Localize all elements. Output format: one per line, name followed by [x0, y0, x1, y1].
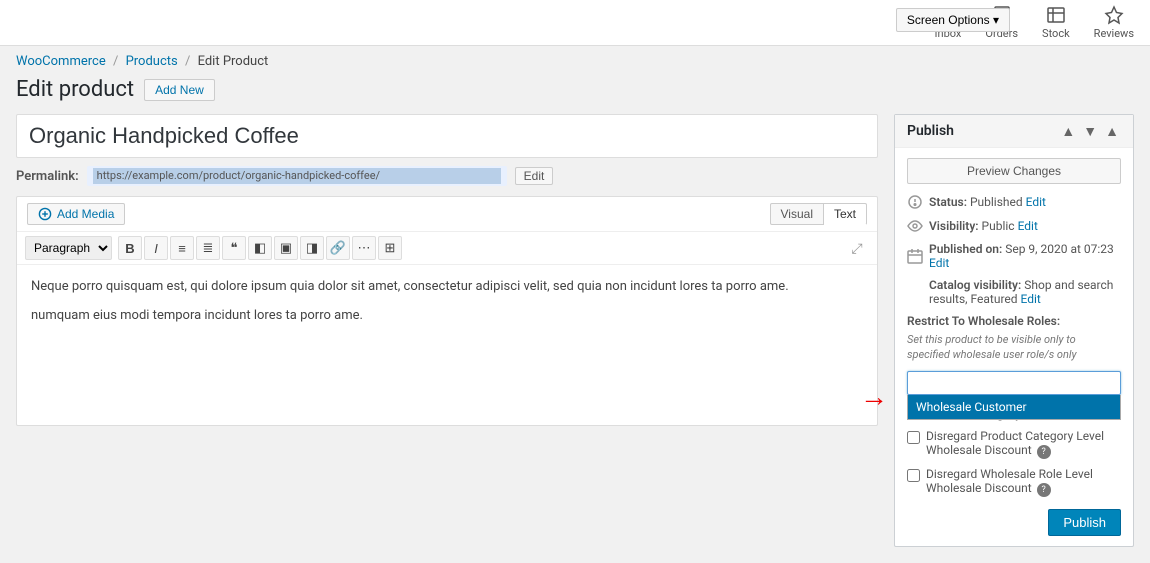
expand-button[interactable]: ⤢ — [845, 236, 869, 260]
publish-panel-header: Publish ▲ ▼ ▲ — [895, 115, 1133, 148]
disregard-role-help-icon[interactable]: ? — [1037, 483, 1051, 497]
publish-button[interactable]: Publish — [1048, 509, 1121, 536]
disregard-role-text: Disregard Wholesale Role Level Wholesale… — [926, 467, 1093, 495]
panel-collapse-up-button[interactable]: ▲ — [1059, 124, 1077, 138]
admin-topbar: Screen Options ▾ Inbox Orders Stock Revi… — [0, 0, 1150, 46]
permalink-row: Permalink: https://example.com/product/o… — [16, 166, 878, 186]
breadcrumb-current: Edit Product — [198, 54, 269, 69]
editor-media-bar: Add Media Visual Text — [17, 197, 877, 232]
editor-paragraph-1: Neque porro quisquam est, qui dolore ips… — [31, 277, 863, 298]
restrict-desc: Set this product to be visible only to s… — [907, 332, 1121, 363]
published-value: Sep 9, 2020 at 07:23 — [1005, 242, 1114, 256]
breadcrumb-woocommerce[interactable]: WooCommerce — [16, 54, 106, 69]
publish-panel-controls: ▲ ▼ ▲ — [1059, 124, 1121, 138]
status-icon — [907, 194, 923, 210]
visibility-edit-link[interactable]: Edit — [1018, 219, 1038, 233]
stock-label: Stock — [1042, 27, 1070, 40]
publish-panel: Publish ▲ ▼ ▲ Preview Changes Status: Pu… — [894, 114, 1134, 547]
disregard-role-checkbox[interactable] — [907, 469, 920, 482]
add-new-button[interactable]: Add New — [144, 79, 215, 101]
role-input-wrapper: Wholesale Customer — [907, 371, 1121, 395]
link-button[interactable]: 🔗 — [326, 236, 350, 260]
wholesale-customer-option[interactable]: Wholesale Customer — [908, 395, 1120, 419]
calendar-icon — [907, 248, 923, 264]
catalog-visibility-row: Catalog visibility: Shop and search resu… — [907, 278, 1121, 306]
product-title-input[interactable] — [16, 114, 878, 158]
quote-button[interactable]: ❝ — [222, 236, 246, 260]
panel-collapse-down-button[interactable]: ▼ — [1081, 124, 1099, 138]
disregard-category-label: Disregard Product Category Level Wholesa… — [926, 429, 1121, 459]
disregard-role-row: Disregard Wholesale Role Level Wholesale… — [907, 467, 1121, 497]
page-title: Edit product — [16, 77, 134, 102]
catalog-label: Catalog visibility: — [929, 278, 1021, 292]
status-label: Status: Published Edit — [929, 195, 1046, 209]
add-media-button[interactable]: Add Media — [27, 203, 125, 225]
publish-panel-body: Preview Changes Status: Published Edit V… — [895, 148, 1133, 546]
tab-text[interactable]: Text — [824, 203, 867, 225]
ul-button[interactable]: ≡ — [170, 236, 194, 260]
preview-changes-button[interactable]: Preview Changes — [907, 158, 1121, 184]
bold-button[interactable]: B — [118, 236, 142, 260]
permalink-url-text: https://example.com/product/organic-hand… — [93, 168, 501, 184]
italic-button[interactable]: I — [144, 236, 168, 260]
format-select[interactable]: Paragraph — [25, 236, 112, 260]
align-center-button[interactable]: ▣ — [274, 236, 298, 260]
editor-view-tabs: Visual Text — [770, 203, 867, 225]
breadcrumb: WooCommerce / Products / Edit Product — [0, 46, 1150, 69]
editor-content[interactable]: Neque porro quisquam est, qui dolore ips… — [17, 265, 877, 425]
tab-visual[interactable]: Visual — [770, 203, 824, 225]
content-area: Permalink: https://example.com/product/o… — [16, 114, 1134, 547]
visibility-value: Public — [982, 219, 1015, 233]
publish-panel-title: Publish — [907, 123, 954, 139]
restrict-section: Restrict To Wholesale Roles: Set this pr… — [907, 314, 1121, 395]
role-dropdown: Wholesale Customer — [907, 395, 1121, 420]
visibility-label: Visibility: Public Edit — [929, 219, 1038, 233]
screen-options-btn[interactable]: Screen Options ▾ — [896, 8, 1010, 32]
visibility-icon — [907, 218, 923, 234]
more-button[interactable]: ⋯ — [352, 236, 376, 260]
published-edit-link[interactable]: Edit — [929, 256, 949, 270]
status-edit-link[interactable]: Edit — [1026, 195, 1046, 209]
disregard-category-help-icon[interactable]: ? — [1037, 445, 1051, 459]
reviews-label: Reviews — [1094, 27, 1134, 40]
disregard-category-row: Disregard Product Category Level Wholesa… — [907, 429, 1121, 459]
disregard-category-checkbox[interactable] — [907, 431, 920, 444]
screen-options-label: Screen Options — [907, 13, 990, 27]
sidebar: Publish ▲ ▼ ▲ Preview Changes Status: Pu… — [894, 114, 1134, 547]
permalink-label: Permalink: — [16, 169, 79, 184]
stock-nav[interactable]: Stock — [1042, 5, 1070, 40]
ol-button[interactable]: ≣ — [196, 236, 220, 260]
permalink-url: https://example.com/product/organic-hand… — [87, 166, 507, 186]
main-editor: Permalink: https://example.com/product/o… — [16, 114, 878, 426]
reviews-nav[interactable]: Reviews — [1094, 5, 1134, 40]
breadcrumb-sep-2: / — [185, 54, 190, 69]
role-search-input[interactable] — [907, 371, 1121, 395]
catalog-edit-link[interactable]: Edit — [1021, 292, 1041, 306]
disregard-category-text: Disregard Product Category Level Wholesa… — [926, 429, 1104, 457]
align-right-button[interactable]: ◨ — [300, 236, 324, 260]
breadcrumb-products[interactable]: Products — [126, 54, 178, 69]
panel-toggle-button[interactable]: ▲ — [1103, 124, 1121, 138]
add-media-label: Add Media — [57, 207, 114, 221]
published-row: Published on: Sep 9, 2020 at 07:23 Edit — [907, 242, 1121, 270]
align-left-button[interactable]: ◧ — [248, 236, 272, 260]
published-label: Published on: Sep 9, 2020 at 07:23 Edit — [929, 242, 1121, 270]
add-media-icon — [38, 207, 52, 221]
status-row: Status: Published Edit — [907, 194, 1121, 210]
restrict-title: Restrict To Wholesale Roles: — [907, 314, 1121, 328]
permalink-edit-button[interactable]: Edit — [515, 167, 554, 185]
editor-wrapper: Add Media Visual Text Paragraph B I ≡ ≣ — [16, 196, 878, 426]
status-value: Published — [970, 195, 1023, 209]
editor-toolbar: Paragraph B I ≡ ≣ ❝ ◧ ▣ ◨ 🔗 ⋯ ⊞ ⤢ — [17, 232, 877, 265]
editor-paragraph-2: numquam eius modi tempora incidunt lores… — [31, 306, 863, 327]
visibility-row: Visibility: Public Edit — [907, 218, 1121, 234]
disregard-role-label: Disregard Wholesale Role Level Wholesale… — [926, 467, 1121, 497]
page-header: Edit product Add New — [16, 77, 1134, 102]
publish-btn-row: Publish — [907, 505, 1121, 536]
screen-options-chevron: ▾ — [993, 13, 999, 27]
breadcrumb-sep-1: / — [113, 54, 118, 69]
table-button[interactable]: ⊞ — [378, 236, 402, 260]
